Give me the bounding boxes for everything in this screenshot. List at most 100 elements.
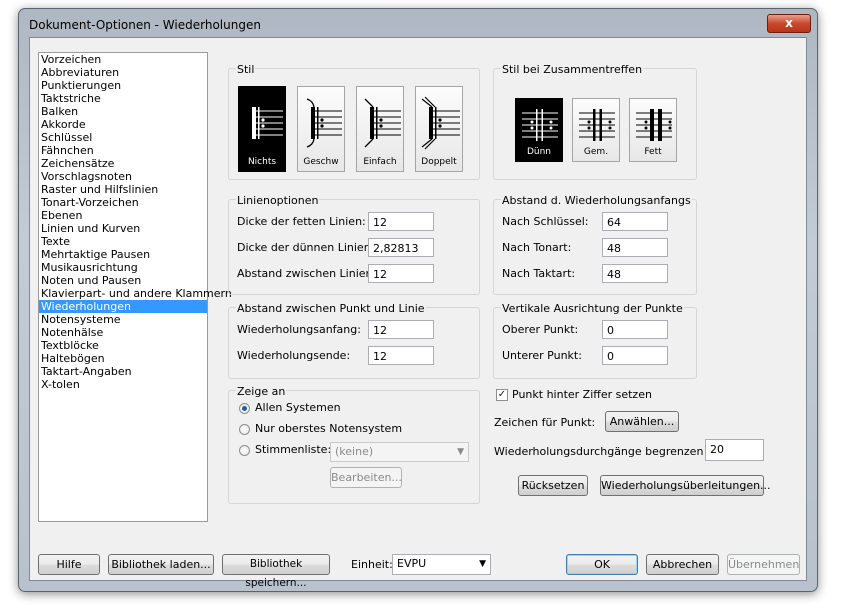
sidebar-item[interactable]: Texte (39, 235, 207, 248)
anfang-group-label: Abstand d. Wiederholungsanfangs (501, 194, 692, 207)
stil-option-label: Einfach (363, 157, 397, 167)
sidebar-item[interactable]: Ebenen (39, 209, 207, 222)
zeige-group-label: Zeige an (236, 385, 287, 398)
chevron-down-icon: ▼ (457, 447, 464, 457)
sidebar-item[interactable]: Vorzeichen (39, 53, 207, 66)
sidebar-item[interactable]: Raster und Hilfslinien (39, 183, 207, 196)
anfang-label-2: Nach Taktart: (502, 267, 576, 280)
radio-stimmenliste[interactable] (239, 445, 250, 456)
zus-option-label: Fett (644, 147, 662, 157)
anwaehlen-button[interactable]: Anwählen... (605, 411, 679, 432)
category-list[interactable]: Vorzeichen Abbreviaturen Punktierungen Takt… (38, 52, 232, 522)
sidebar-item[interactable]: Akkorde (39, 118, 207, 131)
uebernehmen-button[interactable]: Übernehmen (727, 554, 800, 575)
anfang-input-1[interactable]: 48 (602, 238, 668, 257)
abbrechen-button[interactable]: Abbrechen (646, 554, 719, 575)
vertikal-group-label: Vertikale Ausrichtung der Punkte (501, 302, 684, 315)
sidebar-item[interactable]: Notenhälse (39, 326, 207, 339)
linien-group-label: Linienoptionen (236, 194, 320, 207)
einheit-value: EVPU (397, 557, 427, 570)
sidebar-item[interactable]: Balken (39, 105, 207, 118)
zus-fett-tile[interactable]: Fett (629, 98, 677, 162)
sidebar-item[interactable]: Notensysteme (39, 313, 207, 326)
sidebar-item[interactable]: Vorschlagsnoten (39, 170, 207, 183)
punkt-input-0[interactable]: 12 (368, 320, 434, 339)
window-title: Dokument-Optionen - Wiederholungen (29, 18, 261, 32)
vertikal-label-0: Oberer Punkt: (502, 323, 579, 336)
zus-duenn-tile[interactable]: Dünn (515, 98, 563, 162)
vertikal-group (493, 307, 697, 379)
punkt-input-1[interactable]: 12 (368, 346, 434, 365)
close-button[interactable]: x (767, 14, 811, 33)
radio-label-stimmenliste: Stimmenliste: (255, 443, 332, 456)
ruecksetzen-button[interactable]: Rücksetzen (518, 475, 588, 496)
linien-label-1: Dicke der dünnen Linien: (237, 241, 375, 254)
ok-button[interactable]: OK (566, 554, 638, 575)
zus-option-label: Dünn (526, 147, 552, 157)
sidebar-item[interactable]: Zeichensätze (39, 157, 207, 170)
sidebar-item[interactable]: Tonart-Vorzeichen (39, 196, 207, 209)
sidebar-item[interactable]: Taktart-Angaben (39, 365, 207, 378)
anfang-input-0[interactable]: 64 (602, 212, 668, 231)
radio-label-allen: Allen Systemen (255, 401, 341, 414)
vertikal-label-1: Unterer Punkt: (502, 349, 582, 362)
sidebar-item[interactable]: Abbreviaturen (39, 66, 207, 79)
linien-input-0[interactable]: 12 (368, 212, 434, 231)
linien-input-2[interactable]: 12 (368, 264, 434, 283)
sidebar-item[interactable]: Linien und Kurven (39, 222, 207, 235)
zusammen-group-label: Stil bei Zusammentreffen (501, 63, 644, 76)
sidebar-item[interactable]: X-tolen (39, 378, 207, 391)
stil-nichts-tile[interactable]: Nichts (238, 86, 286, 172)
check-icon: ✓ (497, 389, 507, 400)
begrenzen-input[interactable]: 20 (705, 439, 764, 461)
stil-option-label: Doppelt (421, 157, 457, 167)
stil-doppelt-tile[interactable]: Doppelt (415, 86, 463, 172)
linien-label-2: Abstand zwischen Linien: (237, 267, 377, 280)
chevron-down-icon: ▼ (479, 559, 486, 569)
bearbeiten-button[interactable]: Bearbeiten... (330, 467, 402, 488)
bibliothek-speichern-button[interactable]: Bibliothek speichern... (222, 554, 330, 589)
vertikal-input-0[interactable]: 0 (602, 320, 668, 339)
sidebar-item[interactable]: Mehrtaktige Pausen (39, 248, 207, 261)
radio-nur-oberstes[interactable] (239, 424, 250, 435)
sidebar-item[interactable]: Schlüssel (39, 131, 207, 144)
vertikal-input-1[interactable]: 0 (602, 346, 668, 365)
linien-input-1[interactable]: 2,82813 (368, 238, 434, 257)
dialog-client: Vorzeichen Abbreviaturen Punktierungen Takt… (29, 37, 807, 589)
bibliothek-laden-button[interactable]: Bibliothek laden... (108, 554, 214, 575)
punkt-label-0: Wiederholungsanfang: (237, 323, 361, 336)
sidebar-item[interactable]: Wiederholungen (39, 300, 207, 313)
title-bar[interactable]: Dokument-Optionen - Wiederholungen x (19, 9, 817, 39)
stil-einfach-tile[interactable]: Einfach (356, 86, 404, 172)
stimmenliste-value: (keine) (335, 445, 374, 458)
sidebar-item[interactable]: Fähnchen (39, 144, 207, 157)
close-icon: x (785, 16, 793, 30)
hilfe-button[interactable]: Hilfe (38, 554, 100, 575)
stil-option-label: Nichts (247, 157, 277, 167)
einheit-select[interactable]: EVPU ▼ (392, 554, 491, 575)
radio-allen-systemen[interactable] (239, 403, 250, 414)
sidebar-item[interactable]: Taktstriche (39, 92, 207, 105)
sidebar-item[interactable]: Musikausrichtung (39, 261, 207, 274)
sidebar-item[interactable]: Haltebögen (39, 352, 207, 365)
radio-label-oberstes: Nur oberstes Notensystem (255, 422, 403, 435)
punkt-hinter-ziffer-label: Punkt hinter Ziffer setzen (512, 388, 652, 401)
sidebar-item[interactable]: Noten und Pausen (39, 274, 207, 287)
dialog-window: Dokument-Optionen - Wiederholungen x Vor… (18, 8, 818, 592)
punkt-hinter-ziffer-checkbox[interactable]: ✓ (496, 389, 508, 401)
stil-option-label: Geschw (303, 157, 339, 167)
zus-gem-tile[interactable]: Gem. (572, 98, 620, 162)
ueberleitungen-button[interactable]: Wiederholungsüberleitungen... (600, 475, 771, 496)
anfang-input-2[interactable]: 48 (602, 264, 668, 283)
linien-label-0: Dicke der fetten Linien: (237, 215, 366, 228)
stil-group-label: Stil (236, 63, 256, 76)
sidebar-item[interactable]: Textblöcke (39, 339, 207, 352)
sidebar-item[interactable]: Punktierungen (39, 79, 207, 92)
sidebar-item[interactable]: Klavierpart- und andere Klammern (39, 287, 232, 300)
punkt-group-label: Abstand zwischen Punkt und Linie (236, 302, 426, 315)
einheit-label: Einheit: (351, 558, 393, 571)
stil-geschw-tile[interactable]: Geschw (297, 86, 345, 172)
punkt-group (228, 307, 480, 379)
stimmenliste-select[interactable]: (keine) ▼ (330, 442, 469, 462)
anfang-label-1: Nach Tonart: (502, 241, 572, 254)
